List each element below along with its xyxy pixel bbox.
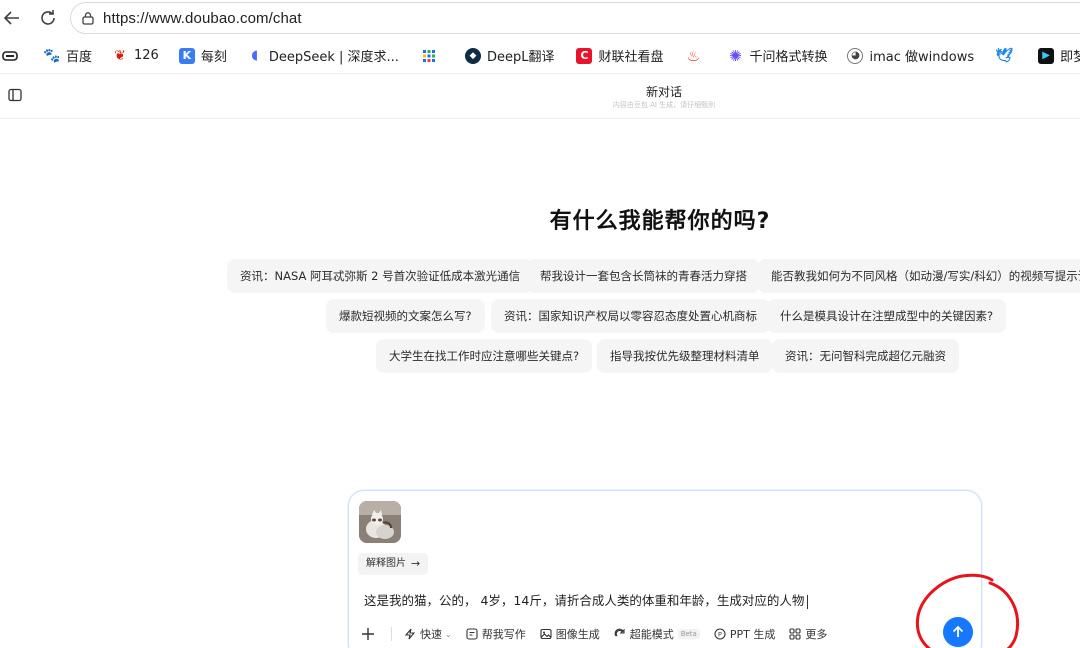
bookmark-deepl[interactable]: ◆ DeepL翻译	[459, 42, 561, 70]
composer-toolbar: 快速 ⌄ 帮我写作 图像生成 超能模式 Beta P PPT 生成 更多	[361, 623, 841, 645]
suggestion-chip[interactable]: 帮我设计一套包含长筒袜的青春活力穿搭	[527, 259, 760, 293]
cat-photo-thumbnail	[359, 501, 401, 543]
meike-icon: K	[178, 47, 195, 64]
bookmark-jimeng[interactable]: ▶ 即梦	[1032, 42, 1080, 70]
bookmarks-bar: 🐾 百度 ❦ 126 K 每刻 ◖ DeepSeek | 深度求... ◆ De…	[0, 38, 1080, 74]
suggestion-chip[interactable]: 什么是模具设计在注塑成型中的关键因素?	[767, 299, 1007, 333]
super-mode-label: 超能模式	[629, 628, 674, 641]
grid-apps-icon	[421, 48, 437, 64]
image-generation-label: 图像生成	[555, 628, 600, 641]
url-text[interactable]: https://www.doubao.com/chat	[103, 10, 302, 27]
deepseek-whale-icon: ◖	[251, 48, 259, 63]
site-info-icon[interactable]	[81, 11, 95, 25]
super-mode-button[interactable]: 超能模式 Beta	[614, 626, 700, 642]
suggestion-chip[interactable]: 大学生在找工作时应注意哪些关键点?	[376, 339, 593, 373]
reload-button[interactable]	[36, 6, 60, 30]
bookmark-bird[interactable]: 🕊	[990, 42, 1024, 70]
bookmark-label: DeepSeek | 深度求...	[268, 50, 399, 65]
lightning-icon	[404, 628, 416, 640]
suggestion-chip[interactable]: 指导我按优先级整理材料清单	[597, 339, 773, 373]
suggestion-chip[interactable]: 能否教我如何为不同风格（如动漫/写实/科幻）的视频写提示词	[758, 259, 1080, 293]
add-attachment-button[interactable]	[361, 627, 379, 641]
more-tools-button[interactable]: 更多	[789, 626, 827, 642]
apple-logo-icon: ◕	[847, 47, 864, 64]
bookmark-deepseek[interactable]: ◖ DeepSeek | 深度求...	[241, 42, 405, 70]
prompt-text: 这是我的猫，公的， 4岁，14斤，请折合成人类的体重和年龄，生成对应的人物	[364, 593, 805, 608]
send-button[interactable]	[943, 617, 973, 647]
bookmark-cailianshe[interactable]: C 财联社看盘	[570, 42, 669, 70]
arrow-right-icon: →	[411, 557, 421, 570]
writing-button[interactable]: 帮我写作	[466, 626, 526, 642]
chat-header: 新对话 内容由豆包 AI 生成，请仔细甄别	[0, 75, 1080, 119]
suggestion-chip[interactable]: 爆款短视频的文案怎么写?	[326, 299, 485, 333]
ppt-icon: P	[714, 628, 726, 640]
bookmark-imac[interactable]: ◕ imac 做windows	[841, 42, 980, 70]
baidu-icon: 🐾	[43, 47, 61, 64]
svg-text:P: P	[718, 631, 722, 639]
conversation-title: 新对话	[645, 85, 682, 99]
text-caret	[807, 594, 809, 609]
toolbar-divider	[391, 627, 392, 641]
bookmark-label: 即梦	[1060, 50, 1080, 65]
quick-mode-button[interactable]: 快速 ⌄	[404, 626, 452, 642]
plus-icon	[362, 628, 374, 640]
arrow-up-icon	[952, 625, 964, 637]
address-bar[interactable]: https://www.doubao.com/chat	[70, 2, 1080, 34]
bookmark-qianwen[interactable]: ✺ 千问格式转换	[721, 42, 833, 70]
cailianshe-icon: C	[576, 47, 593, 64]
deepl-icon: ◆	[464, 47, 481, 64]
bookmark-label: 千问格式转换	[749, 50, 828, 65]
grid-more-icon	[789, 628, 801, 640]
bookmark-fire[interactable]: ♨	[679, 42, 713, 70]
arrow-left-icon	[3, 11, 19, 25]
suggestion-chip[interactable]: 资讯：NASA 阿耳忒弥斯 2 号首次验证低成本激光通信	[227, 259, 534, 293]
quick-mode-label: 快速	[420, 628, 442, 641]
bookmark-apps[interactable]	[415, 42, 449, 70]
image-icon	[540, 628, 552, 640]
more-tools-label: 更多	[805, 628, 828, 641]
prompt-input[interactable]: 这是我的猫，公的， 4岁，14斤，请折合成人类的体重和年龄，生成对应的人物	[364, 590, 809, 609]
browser-toolbar: https://www.doubao.com/chat	[0, 0, 1080, 36]
bookmark-label: 财联社看盘	[598, 50, 664, 65]
welcome-heading: 有什么我能帮你的吗?	[549, 209, 771, 234]
chevron-down-icon: ⌄	[445, 629, 452, 639]
fire-icon: ♨	[686, 46, 701, 65]
bookmark-label: 126	[134, 48, 159, 63]
bookmark-label: imac 做windows	[869, 50, 975, 65]
image-generation-button[interactable]: 图像生成	[540, 626, 600, 642]
bookmark-meike[interactable]: K 每刻	[173, 42, 233, 70]
explain-image-chip[interactable]: 解释图片 →	[358, 553, 429, 575]
ppt-generation-label: PPT 生成	[729, 628, 776, 641]
chat-composer[interactable]: 解释图片 → 这是我的猫，公的， 4岁，14斤，请折合成人类的体重和年龄，生成对…	[348, 490, 982, 648]
suggestion-chip[interactable]: 资讯：无问智科完成超亿元融资	[772, 339, 959, 373]
back-button[interactable]	[0, 6, 24, 30]
bookmark-devices[interactable]	[0, 42, 24, 70]
bookmark-126[interactable]: ❦ 126	[106, 42, 165, 70]
writing-label: 帮我写作	[481, 628, 526, 641]
bookmark-label: 百度	[66, 50, 93, 65]
loop-icon	[614, 628, 625, 637]
explain-image-label: 解释图片	[366, 558, 406, 569]
bird-icon: 🕊	[995, 47, 1013, 64]
bookmark-baidu[interactable]: 🐾 百度	[38, 42, 98, 70]
qianwen-icon: ✺	[729, 46, 742, 65]
bookmark-label: DeepL翻译	[486, 50, 555, 65]
tab-search-icon	[2, 50, 18, 61]
ppt-generation-button[interactable]: P PPT 生成	[714, 626, 775, 642]
reload-icon	[41, 10, 55, 25]
attached-cat-image[interactable]	[359, 501, 401, 543]
suggestion-chip[interactable]: 资讯：国家知识产权局以零容忍态度处置心机商标	[491, 299, 770, 333]
jimeng-icon: ▶	[1038, 47, 1055, 64]
document-pen-icon	[466, 628, 478, 640]
beta-badge: Beta	[677, 629, 700, 639]
ai-disclaimer: 内容由豆包 AI 生成，请仔细甄别	[612, 101, 716, 109]
bookmark-label: 每刻	[200, 50, 227, 65]
netease-126-icon: ❦	[114, 47, 126, 64]
